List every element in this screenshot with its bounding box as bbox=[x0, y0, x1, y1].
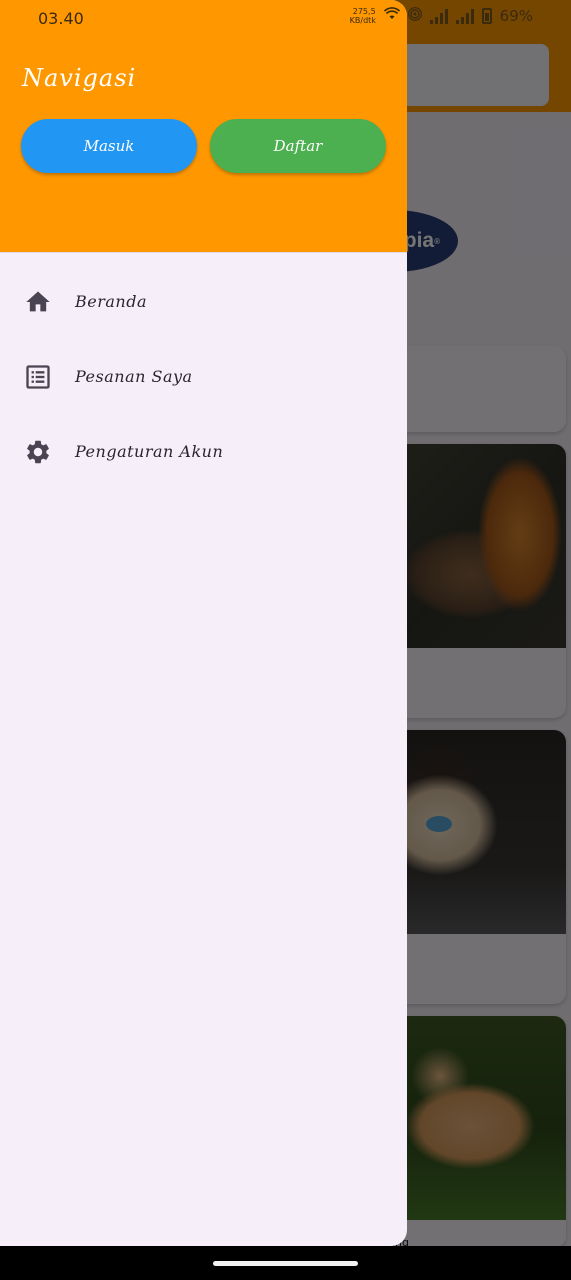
list-icon bbox=[24, 363, 52, 391]
signal-icon bbox=[429, 8, 448, 24]
menu-item-pesanan-saya[interactable]: Pesanan Saya bbox=[0, 339, 407, 414]
menu-item-label: Beranda bbox=[75, 292, 147, 311]
drawer-menu: Beranda Pesanan Saya Pengaturan Akun bbox=[0, 264, 407, 489]
drawer-title: Navigasi bbox=[22, 64, 137, 92]
wifi-icon bbox=[383, 6, 400, 25]
menu-item-pengaturan-akun[interactable]: Pengaturan Akun bbox=[0, 414, 407, 489]
login-button[interactable]: Masuk bbox=[21, 119, 197, 173]
battery-icon bbox=[481, 7, 492, 24]
gear-icon bbox=[24, 438, 52, 466]
system-navigation-bar bbox=[0, 1246, 571, 1280]
status-bar: 03.40 275,5 KB/dtk 69% bbox=[0, 0, 571, 38]
register-button[interactable]: Daftar bbox=[210, 119, 386, 173]
hotspot-icon bbox=[407, 6, 422, 25]
battery-level: 69% bbox=[499, 6, 533, 25]
home-gesture-handle[interactable] bbox=[213, 1261, 358, 1266]
navigation-drawer: Navigasi Masuk Daftar Beranda Pesanan Sa… bbox=[0, 0, 407, 1246]
network-speed: 275,5 KB/dtk bbox=[349, 6, 376, 25]
signal-icon bbox=[455, 8, 474, 24]
status-time: 03.40 bbox=[38, 9, 84, 28]
menu-item-label: Pesanan Saya bbox=[75, 367, 193, 386]
status-icons: 275,5 KB/dtk 69% bbox=[350, 6, 533, 25]
menu-item-beranda[interactable]: Beranda bbox=[0, 264, 407, 339]
menu-item-label: Pengaturan Akun bbox=[75, 442, 224, 461]
drawer-divider bbox=[0, 252, 407, 253]
home-icon bbox=[24, 288, 52, 316]
